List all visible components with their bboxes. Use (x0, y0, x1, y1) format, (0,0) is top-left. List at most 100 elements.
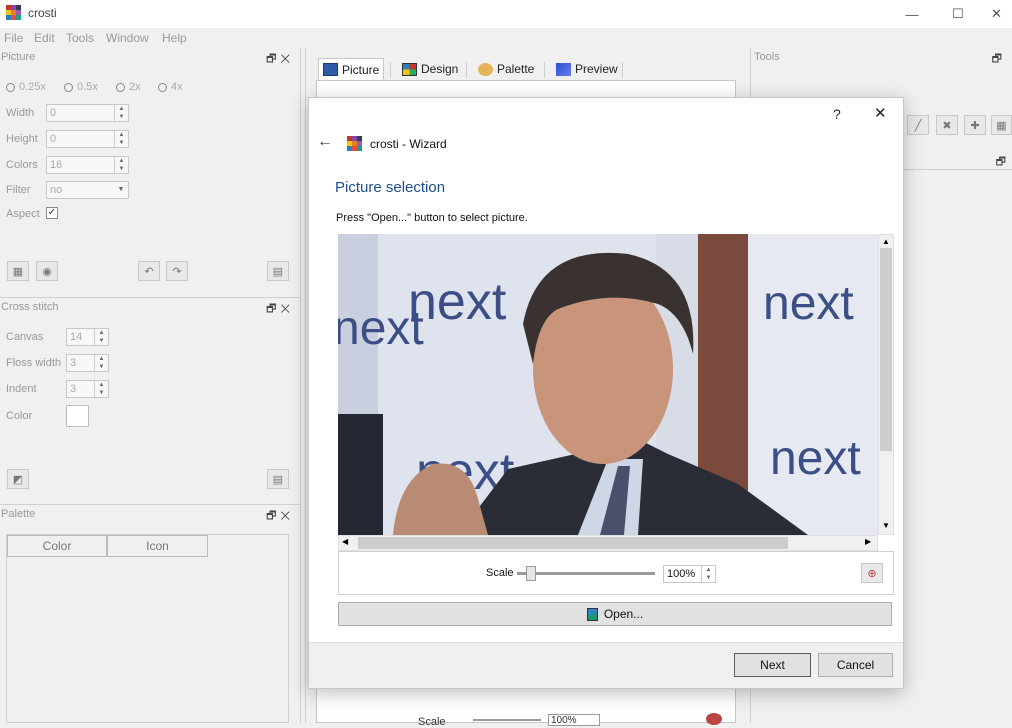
floss-width-spinbox[interactable]: 3 ▲ ▼ (66, 354, 109, 372)
bg-zoom-icon[interactable] (706, 713, 722, 725)
erase-tool-button[interactable]: ✖ (936, 115, 958, 135)
redo-button[interactable]: ↷ (166, 261, 188, 281)
backdrop-logo: next (770, 432, 861, 485)
color-swatch-button[interactable] (66, 405, 89, 427)
grid-view-button[interactable]: ▦ (7, 261, 29, 281)
line-tool-button[interactable]: ╱ (907, 115, 929, 135)
floss-width-label: Floss width (6, 357, 62, 369)
close-window-button[interactable]: ✕ (981, 0, 1012, 28)
width-spinbox[interactable]: 0 ▲ ▼ (46, 104, 129, 122)
line-icon: ╱ (914, 119, 922, 132)
indent-spinbox[interactable]: 3 ▲ ▼ (66, 380, 109, 398)
menu-window[interactable]: Window (106, 31, 149, 45)
palette-panel-header: Palette 🗗✕ (0, 506, 300, 524)
radio-icon (64, 82, 73, 92)
menu-help[interactable]: Help (162, 31, 187, 45)
tab-picture[interactable]: Picture (318, 58, 385, 80)
scale-radio-025[interactable]: 0.25x (6, 81, 46, 93)
palette-panel-title: Palette (1, 508, 36, 520)
spin-arrows-icon[interactable]: ▲ ▼ (94, 355, 108, 371)
spin-arrows-icon[interactable]: ▲ ▼ (114, 157, 128, 173)
height-spinbox[interactable]: 0 ▲ ▼ (46, 130, 129, 148)
title-bar (0, 0, 1012, 28)
preview-button[interactable]: ◉ (36, 261, 58, 281)
bg-scale-slider[interactable] (473, 719, 541, 721)
aspect-label: Aspect (6, 208, 40, 220)
picture-panel-header: Picture 🗗✕ (0, 49, 300, 67)
preview-icon (556, 62, 571, 76)
spin-arrows-icon[interactable]: ▲ ▼ (701, 566, 715, 582)
scroll-down-icon[interactable]: ▼ (882, 521, 890, 530)
next-button[interactable]: Next (734, 653, 811, 677)
tab-preview[interactable]: Preview (552, 58, 622, 80)
stitch-tool-button[interactable]: ◩ (7, 469, 29, 489)
undo-button[interactable]: ↶ (138, 261, 160, 281)
backdrop-logo: next (763, 277, 854, 330)
vertical-scroll-thumb[interactable] (880, 248, 892, 451)
stitch-clear-button[interactable]: ▤ (267, 469, 289, 489)
grid-icon: ▦ (996, 119, 1007, 132)
canvas-spinbox[interactable]: 14 ▲ ▼ (66, 328, 109, 346)
spin-arrows-icon[interactable]: ▲ ▼ (114, 131, 128, 147)
scale-radio-05[interactable]: 0.5x (64, 81, 98, 93)
spin-arrows-icon[interactable]: ▲ ▼ (114, 105, 128, 121)
horizontal-scroll-thumb[interactable] (358, 537, 788, 549)
clear-icon: ▤ (272, 473, 284, 486)
scale-label: Scale (486, 567, 514, 579)
filter-select[interactable]: no ▼ (46, 181, 129, 199)
scale-radio-4x[interactable]: 4x (158, 81, 183, 93)
tab-palette[interactable]: Palette (474, 58, 538, 80)
minimize-button[interactable]: — (889, 0, 935, 28)
menu-edit[interactable]: Edit (34, 31, 55, 45)
radio-icon (158, 82, 167, 92)
tools-panel-float-icon[interactable]: 🗗 (992, 50, 1006, 69)
cross-stitch-panel-header: Cross stitch 🗗✕ (0, 299, 300, 317)
colors-spinbox[interactable]: 16 ▲ ▼ (46, 156, 129, 174)
canvas-label: Canvas (6, 331, 44, 343)
undo-icon: ↶ (144, 265, 154, 278)
help-button[interactable]: ? (833, 106, 841, 122)
menu-file[interactable]: File (4, 31, 23, 45)
spin-arrows-icon[interactable]: ▲ ▼ (94, 381, 108, 397)
cross-stitch-panel-float-close[interactable]: 🗗✕ (266, 300, 294, 319)
picture-panel-float-close[interactable]: 🗗✕ (266, 50, 294, 69)
palette-panel-float-close[interactable]: 🗗✕ (266, 507, 294, 526)
design-grid-icon (402, 62, 417, 76)
zoom-icon: ⊕ (867, 567, 877, 580)
wizard-title: crosti - Wizard (370, 137, 447, 151)
scale-radio-2x[interactable]: 2x (116, 81, 141, 93)
apply-button[interactable]: ▤ (267, 261, 289, 281)
dialog-close-button[interactable]: ✕ (874, 104, 887, 122)
scale-spinbox[interactable]: 100% ▲ ▼ (663, 565, 716, 583)
menu-tools[interactable]: Tools (66, 31, 94, 45)
tools-panel-header: Tools 🗗 (752, 49, 1012, 67)
back-arrow-button[interactable]: ← (317, 133, 333, 151)
subpanel-float-icon[interactable]: 🗗 (996, 153, 1006, 172)
palette-column-color[interactable]: Color (7, 535, 107, 557)
palette-column-icon[interactable]: Icon (107, 535, 208, 557)
bg-scale-spinbox[interactable]: 100% (548, 714, 600, 726)
cross-stitch-panel-title: Cross stitch (1, 301, 59, 313)
open-button[interactable]: Open... (338, 602, 892, 626)
tab-divider (466, 62, 467, 78)
diagonal-icon: ◩ (12, 473, 24, 486)
scale-slider[interactable] (517, 566, 655, 581)
grid-tool-button[interactable]: ▦ (991, 115, 1012, 135)
picture-tab-icon (323, 63, 338, 76)
open-file-icon (586, 607, 598, 621)
tab-design[interactable]: Design (398, 58, 462, 80)
maximize-button[interactable]: ☐ (935, 0, 981, 28)
app-icon (6, 5, 21, 20)
spin-arrows-icon[interactable]: ▲ ▼ (94, 329, 108, 345)
palette-table (6, 534, 289, 723)
scale-slider-handle[interactable] (525, 566, 536, 581)
scroll-right-icon[interactable]: ▶ (865, 537, 871, 546)
scroll-up-icon[interactable]: ▲ (882, 237, 890, 246)
cancel-button[interactable]: Cancel (818, 653, 893, 677)
aspect-checkbox[interactable]: ✓ (46, 207, 58, 219)
wizard-dialog: ? ✕ ← crosti - Wizard Picture selection … (308, 97, 904, 689)
scroll-left-icon[interactable]: ◀ (342, 537, 348, 546)
panel-separator (0, 504, 300, 505)
fill-tool-button[interactable]: ✚ (964, 115, 986, 135)
zoom-fit-button[interactable]: ⊕ (861, 563, 883, 583)
